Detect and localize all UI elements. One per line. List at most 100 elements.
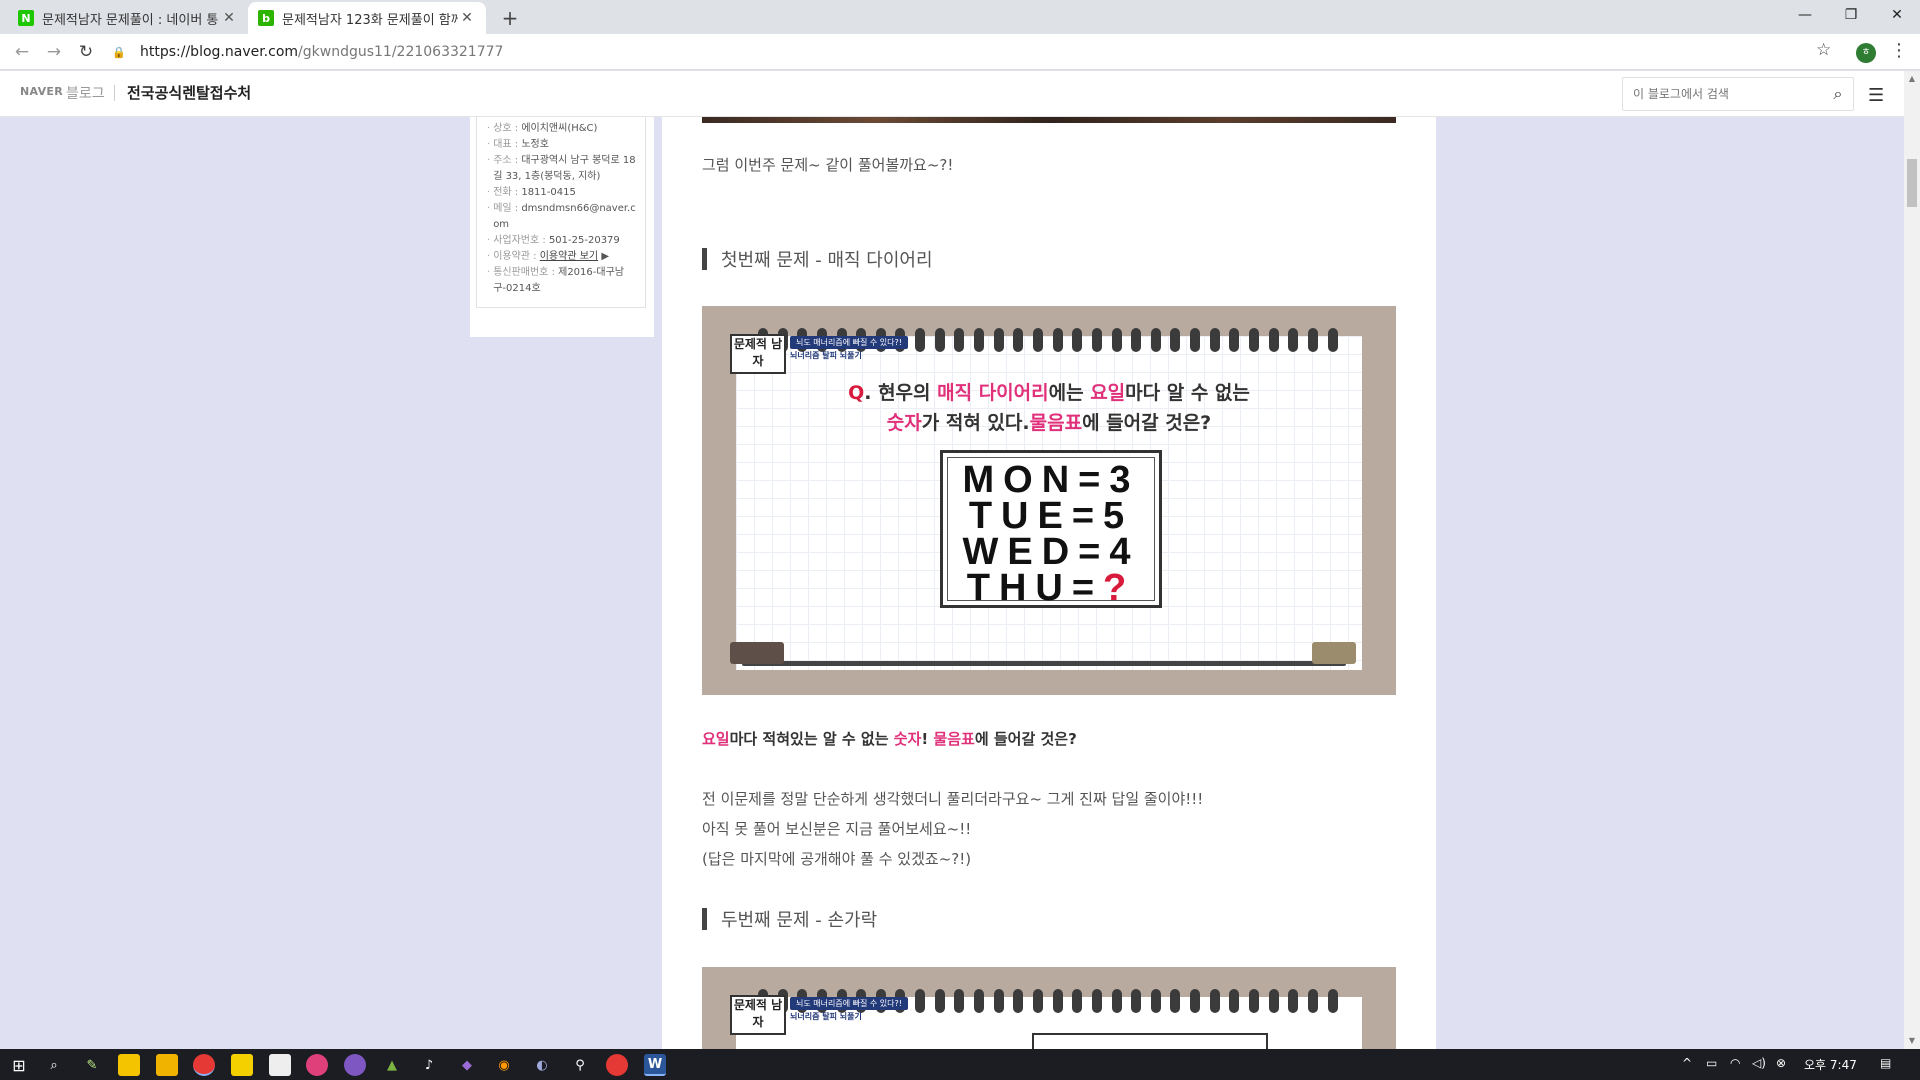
- blog-search-input[interactable]: [1633, 87, 1823, 101]
- quiz-caption: 요일마다 적혀있는 알 수 없는 숫자! 물음표에 들어갈 것은?: [702, 730, 1077, 748]
- tray-chevron-icon[interactable]: ^: [1682, 1056, 1692, 1070]
- blog-search-box: ⌕: [1622, 77, 1854, 111]
- tab-blog-post[interactable]: b 문제적남자 123화 문제풀이 함께 ✕: [248, 2, 486, 34]
- forward-arrow-icon[interactable]: →: [42, 40, 66, 64]
- diary-row: MON=3: [962, 459, 1140, 501]
- post-body: 그럼 이번주 문제~ 같이 풀어볼까요~?! 첫번째 문제 - 매직 다이어리 …: [662, 117, 1436, 1049]
- terms-link[interactable]: 이용약관 보기: [540, 251, 598, 262]
- info-key: 전화 :: [493, 187, 519, 198]
- diary-row: WED=4: [962, 531, 1140, 573]
- info-value: 501-25-20379: [548, 235, 620, 246]
- info-value: 1811-0415: [521, 187, 576, 198]
- q-text: 가 적혀 있다.: [921, 412, 1030, 434]
- section-heading-1: 첫번째 문제 - 매직 다이어리: [702, 247, 933, 271]
- bookmark-star-icon[interactable]: ☆: [1816, 40, 1831, 60]
- minimize-button[interactable]: —: [1782, 0, 1828, 30]
- blog-name[interactable]: 전국공식렌탈접수처: [127, 82, 251, 103]
- info-value: 노정호: [521, 139, 549, 150]
- info-item: · 사업자번호 : 501-25-20379: [487, 235, 620, 246]
- close-icon[interactable]: ✕: [458, 10, 476, 26]
- q-text: 에는: [1048, 382, 1091, 404]
- show-logo: 문제적 남자: [730, 334, 786, 374]
- scrollbar-thumb[interactable]: [1907, 159, 1917, 207]
- android-icon[interactable]: ▲: [381, 1054, 403, 1076]
- q-highlight: 숫자: [886, 412, 922, 434]
- word-icon[interactable]: W: [644, 1054, 666, 1076]
- info-item: · 대표 : 노정호: [487, 139, 549, 150]
- close-icon[interactable]: ✕: [220, 10, 238, 26]
- quiz-question: Q. 현우의 매직 다이어리에는 요일마다 알 수 없는 숫자가 적혀 있다.물…: [762, 378, 1336, 438]
- info-item: · 통신판매번호 : 제2016-대구남구-0214호: [487, 267, 624, 294]
- diary-row: THU=?: [966, 567, 1136, 609]
- notes-app-icon[interactable]: [118, 1054, 140, 1076]
- business-info: · 상호 : 에이치앤씨(H&C) · 대표 : 노정호 · 주소 : 대구광역시 남…: [476, 117, 646, 308]
- magic-diary-box: MON=3 TUE=5 WED=4 THU=?: [940, 450, 1162, 608]
- reload-icon[interactable]: ↻: [74, 40, 98, 64]
- blog-logo[interactable]: 블로그: [66, 83, 105, 103]
- calculator-icon[interactable]: [269, 1054, 291, 1076]
- back-arrow-icon[interactable]: ←: [10, 40, 34, 64]
- network-off-icon[interactable]: ⊗: [1776, 1056, 1786, 1070]
- lock-icon: 🔒: [112, 45, 126, 59]
- tab-strip: N 문제적남자 문제풀이 : 네이버 통 ✕ b 문제적남자 123화 문제풀이…: [0, 0, 1920, 34]
- q-highlight: 물음표: [1029, 412, 1083, 434]
- media-app-icon[interactable]: [306, 1054, 328, 1076]
- record-app-icon[interactable]: [606, 1054, 628, 1076]
- pen-app-icon[interactable]: ✎: [81, 1054, 103, 1076]
- notification-icon[interactable]: ▤: [1880, 1056, 1891, 1070]
- volume-icon[interactable]: ◁): [1752, 1056, 1766, 1070]
- usb-app-icon[interactable]: ⚲: [569, 1054, 591, 1076]
- naver-logo[interactable]: NAVER: [20, 85, 63, 98]
- visual-studio-icon[interactable]: ◆: [456, 1054, 478, 1076]
- q-mark: Q: [848, 382, 865, 404]
- speaker-app-icon[interactable]: ♪: [418, 1054, 440, 1076]
- chrome-icon[interactable]: [193, 1054, 215, 1076]
- app-icon[interactable]: ◐: [531, 1054, 553, 1076]
- info-item: · 전화 : 1811-0415: [487, 187, 576, 198]
- kakaotalk-icon[interactable]: [231, 1054, 253, 1076]
- quiz-image-magic-diary[interactable]: 문제적 남자 뇌도 매너리즘에 빠질 수 있다?! 뇌너리즘 탈피 뇌풀기 Q.…: [702, 306, 1396, 695]
- search-icon[interactable]: ⌕: [1823, 84, 1853, 104]
- address-bar[interactable]: 🔒 https://blog.naver.com/gkwndgus11/2210…: [112, 38, 1832, 66]
- url-path: /gkwndgus11/221063321777: [298, 44, 504, 60]
- wifi-icon[interactable]: ◠: [1730, 1056, 1740, 1070]
- q-text: 마다 알 수 없는: [1125, 382, 1250, 404]
- hamburger-menu-icon[interactable]: ☰: [1868, 85, 1884, 106]
- show-subtitle: 뇌너리즘 탈피 뇌풀기: [790, 351, 862, 360]
- search-icon[interactable]: ⌕: [43, 1054, 65, 1076]
- profile-avatar[interactable]: ㅎ: [1856, 43, 1876, 63]
- restore-button[interactable]: ❐: [1828, 0, 1874, 30]
- heading-bar: [702, 248, 707, 270]
- page-scrollbar[interactable]: ▲ ▼: [1904, 71, 1920, 1049]
- info-item: · 메일 : dmsndmsn66@naver.com: [487, 203, 636, 230]
- battery-icon[interactable]: ▭: [1706, 1056, 1717, 1070]
- new-tab-button[interactable]: +: [496, 4, 524, 32]
- scroll-up-arrow-icon[interactable]: ▲: [1904, 71, 1920, 87]
- show-subtitle: 뇌너리즘 탈피 뇌풀기: [790, 1012, 862, 1021]
- clock[interactable]: 오후 7:47: [1804, 1056, 1857, 1073]
- info-item: · 상호 : 에이치앤씨(H&C): [487, 123, 598, 134]
- play-arrow-icon: ▶: [601, 251, 610, 262]
- browser-menu-icon[interactable]: ⋮: [1890, 40, 1908, 61]
- close-window-button[interactable]: ✕: [1874, 0, 1920, 30]
- windows-start-icon[interactable]: ⊞: [8, 1054, 30, 1076]
- hand-drawing-box: [1032, 1033, 1268, 1049]
- tab-naver-search[interactable]: N 문제적남자 문제풀이 : 네이버 통 ✕: [8, 2, 248, 34]
- file-explorer-icon[interactable]: [156, 1054, 178, 1076]
- info-key: 사업자번호 :: [493, 235, 546, 246]
- page-content: · 상호 : 에이치앤씨(H&C) · 대표 : 노정호 · 주소 : 대구광역시 남…: [0, 117, 1904, 1049]
- heading-text: 두번째 문제 - 손가락: [721, 910, 878, 931]
- heading-bar: [702, 908, 707, 930]
- windows-taskbar: ⊞ ⌕ ✎ ▲ ♪ ◆ ◉ ◐ ⚲ W ^ ▭ ◠ ◁) ⊗ 오후 7:47 ▤: [0, 1049, 1920, 1080]
- blender-icon[interactable]: ◉: [493, 1054, 515, 1076]
- info-key: 상호 :: [493, 123, 519, 134]
- q-highlight: 매직 다이어리: [937, 382, 1049, 404]
- tab-title: 문제적남자 문제풀이 : 네이버 통: [42, 12, 219, 28]
- intro-text: 그럼 이번주 문제~ 같이 풀어볼까요~?!: [702, 156, 954, 174]
- info-key: 이용약관 :: [493, 251, 537, 262]
- quiz-image-finger[interactable]: 문제적 남자 뇌도 매너리즘에 빠질 수 있다?! 뇌너리즘 탈피 뇌풀기: [702, 967, 1396, 1049]
- heading-text: 첫번째 문제 - 매직 다이어리: [721, 250, 933, 271]
- scroll-down-arrow-icon[interactable]: ▼: [1904, 1033, 1920, 1049]
- ground-line: [742, 661, 1346, 666]
- chat-app-icon[interactable]: [344, 1054, 366, 1076]
